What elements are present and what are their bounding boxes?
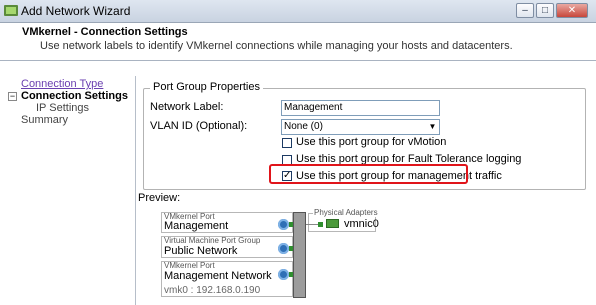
network-label-label: Network Label: bbox=[150, 101, 224, 113]
close-button[interactable]: ✕ bbox=[556, 3, 588, 18]
vmotion-label: Use this port group for vMotion bbox=[296, 136, 447, 148]
preview-label: Preview: bbox=[138, 192, 181, 204]
network-wizard-icon bbox=[4, 5, 18, 16]
header-divider bbox=[0, 60, 596, 61]
vmk-ip-address: vmk0 : 192.168.0.190 bbox=[164, 285, 261, 296]
group-legend: Port Group Properties bbox=[150, 81, 263, 93]
vmkernel-nic-icon bbox=[278, 219, 289, 230]
maximize-button[interactable]: □ bbox=[536, 3, 554, 18]
window-title: Add Network Wizard bbox=[21, 4, 131, 18]
vmotion-checkbox[interactable] bbox=[282, 138, 292, 148]
port-group-name: Management bbox=[164, 220, 229, 232]
port-group-name: Management Network bbox=[164, 270, 272, 282]
minimize-button[interactable]: – bbox=[516, 3, 534, 18]
step-ip-settings: IP Settings bbox=[36, 102, 89, 114]
highlight-box bbox=[269, 164, 468, 184]
step-summary: Summary bbox=[21, 114, 69, 126]
port-group-caption: Virtual Machine Port Group bbox=[164, 236, 261, 245]
vlan-id-value: None (0) bbox=[284, 121, 323, 132]
collapse-icon[interactable]: − bbox=[8, 92, 17, 101]
port-group-name: Public Network bbox=[164, 245, 238, 257]
vlan-id-select[interactable]: None (0) ▼ bbox=[281, 119, 440, 135]
physical-nic-icon bbox=[326, 219, 339, 228]
network-label-input[interactable]: Management bbox=[281, 100, 440, 116]
virtual-switch-bar bbox=[293, 212, 306, 298]
step-connection-type[interactable]: Connection Type bbox=[21, 78, 103, 90]
physical-adapter-name[interactable]: vmnic0 bbox=[344, 218, 379, 230]
page-subtitle: Use network labels to identify VMkernel … bbox=[40, 40, 513, 52]
step-connection-settings: Connection Settings bbox=[21, 90, 128, 102]
page-title: VMkernel - Connection Settings bbox=[22, 26, 188, 38]
vmkernel-nic-icon bbox=[278, 269, 289, 280]
dropdown-arrow-icon[interactable]: ▼ bbox=[426, 120, 439, 134]
uplink-dot bbox=[318, 222, 323, 227]
port-group-caption: VMkernel Port bbox=[164, 261, 215, 270]
vm-port-group-icon bbox=[278, 243, 289, 254]
vlan-id-label: VLAN ID (Optional): bbox=[150, 120, 248, 132]
physical-adapters-caption: Physical Adapters bbox=[313, 208, 379, 217]
